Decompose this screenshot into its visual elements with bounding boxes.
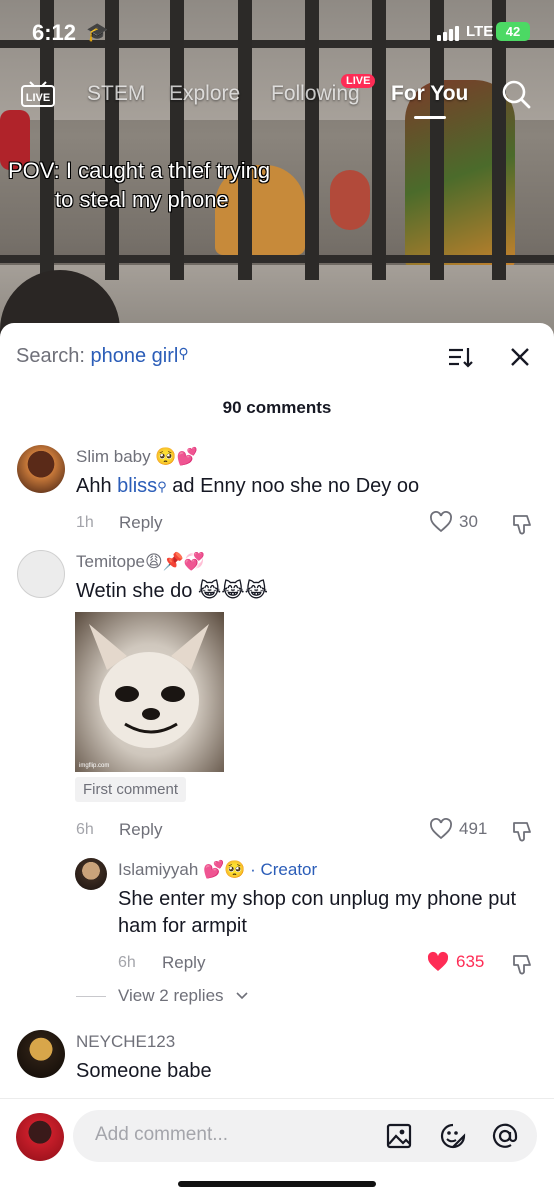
reply-username[interactable]: Islamiyyah 💕🥺 · Creator (118, 860, 317, 880)
comment-text-part: ad Enny noo she no Dey oo (166, 475, 420, 497)
comment-input-placeholder[interactable]: Add comment... (95, 1124, 228, 1146)
sort-icon[interactable] (446, 343, 474, 371)
reply-button[interactable]: Reply (119, 820, 162, 840)
graduation-cap-icon: 🎓 (86, 22, 109, 42)
search-label: Search: (16, 345, 85, 367)
like-count: 30 (459, 512, 478, 531)
active-tab-indicator (414, 116, 446, 119)
divider (76, 995, 106, 997)
close-icon[interactable] (508, 345, 532, 369)
comment-input[interactable]: Add comment... (73, 1110, 537, 1162)
like-button[interactable]: 491 (429, 818, 487, 840)
like-count: 491 (459, 819, 488, 838)
avatar[interactable] (17, 550, 65, 598)
like-button[interactable]: 635 (426, 951, 484, 973)
my-avatar[interactable] (16, 1113, 64, 1161)
like-button[interactable]: 30 (429, 511, 478, 533)
like-count: 635 (456, 952, 485, 971)
comment-time: 6h (118, 954, 136, 971)
following-live-badge: LIVE (341, 74, 376, 88)
heart-filled-icon (427, 951, 449, 971)
search-query[interactable]: phone girl (91, 345, 179, 367)
view-replies-label: View 2 replies (118, 986, 224, 1005)
first-comment-tag: First comment (75, 777, 187, 802)
live-icon[interactable]: LIVE (20, 78, 56, 108)
avatar[interactable] (75, 858, 107, 890)
creator-badge: · Creator (250, 860, 318, 879)
view-replies-button[interactable]: View 2 replies (76, 986, 248, 1006)
dog-image: imgflip.com (79, 624, 209, 769)
video-figure (330, 170, 370, 230)
battery-icon: 42 (496, 22, 530, 41)
comment-username[interactable]: Slim baby 🥺💕 (76, 447, 198, 467)
comment-search-suggestion[interactable]: Search: phone girl⚲ (16, 345, 189, 368)
tab-for-you[interactable]: For You (391, 82, 468, 106)
signal-icon (437, 26, 459, 41)
dislike-icon[interactable] (510, 819, 534, 843)
comment-count: 90 comments (222, 398, 332, 417)
caption-line: to steal my phone (55, 187, 229, 212)
search-icon: ⚲ (157, 479, 167, 494)
avatar[interactable] (17, 1030, 65, 1078)
image-watermark: imgflip.com (79, 763, 109, 769)
tab-explore[interactable]: Explore (169, 82, 240, 106)
comment-search-link[interactable]: bliss⚲ (117, 475, 167, 497)
live-label: LIVE (26, 92, 50, 104)
status-bar: 6:12 🎓 LTE 42 (0, 0, 554, 62)
comments-sheet: Search: phone girl⚲ 90 comments Slim bab… (0, 323, 554, 1200)
comment-text-part: Ahh (76, 475, 118, 497)
sheet-header: Search: phone girl⚲ (0, 323, 554, 393)
comment-time: 1h (76, 514, 94, 531)
caption-line: POV: I caught a thief trying (8, 158, 271, 183)
mention-icon[interactable] (491, 1122, 519, 1150)
video-caption: POV: I caught a thief trying to steal my… (8, 156, 328, 214)
dislike-icon[interactable] (510, 952, 534, 976)
comment-image[interactable]: imgflip.com (75, 612, 224, 772)
reply-button[interactable]: Reply (119, 513, 162, 533)
network-type: LTE (466, 23, 494, 40)
reply-button[interactable]: Reply (162, 953, 205, 973)
comment-text: She enter my shop con unplug my phone pu… (118, 888, 517, 937)
comment-text: Someone babe (76, 1060, 212, 1082)
status-time: 6:12 (32, 20, 77, 45)
reply-username-text: Islamiyyah 💕🥺 (118, 860, 246, 879)
tab-stem[interactable]: STEM (87, 82, 145, 106)
comment-text: Wetin she do 😹😹😹 (76, 580, 269, 602)
image-icon[interactable] (385, 1122, 413, 1150)
comment-text: Ahh bliss⚲ ad Enny noo she no Dey oo (76, 473, 419, 500)
dislike-icon[interactable] (510, 512, 534, 536)
highlight-term[interactable]: bliss (117, 475, 157, 497)
home-indicator (178, 1181, 376, 1187)
comment-username[interactable]: NEYCHE123 (76, 1032, 175, 1052)
comment-username[interactable]: Temitope😩📌💞 (76, 552, 205, 572)
search-icon[interactable] (500, 78, 532, 110)
search-icon: ⚲ (178, 345, 189, 361)
heart-icon (430, 818, 452, 840)
chevron-down-icon (235, 992, 248, 1000)
avatar[interactable] (17, 445, 65, 493)
heart-icon (430, 511, 452, 533)
gate-rail (0, 255, 554, 263)
top-nav: LIVE STEM Explore Following LIVE For You (0, 70, 554, 120)
comment-time: 6h (76, 821, 94, 838)
emoji-sticker-icon[interactable] (439, 1122, 467, 1150)
